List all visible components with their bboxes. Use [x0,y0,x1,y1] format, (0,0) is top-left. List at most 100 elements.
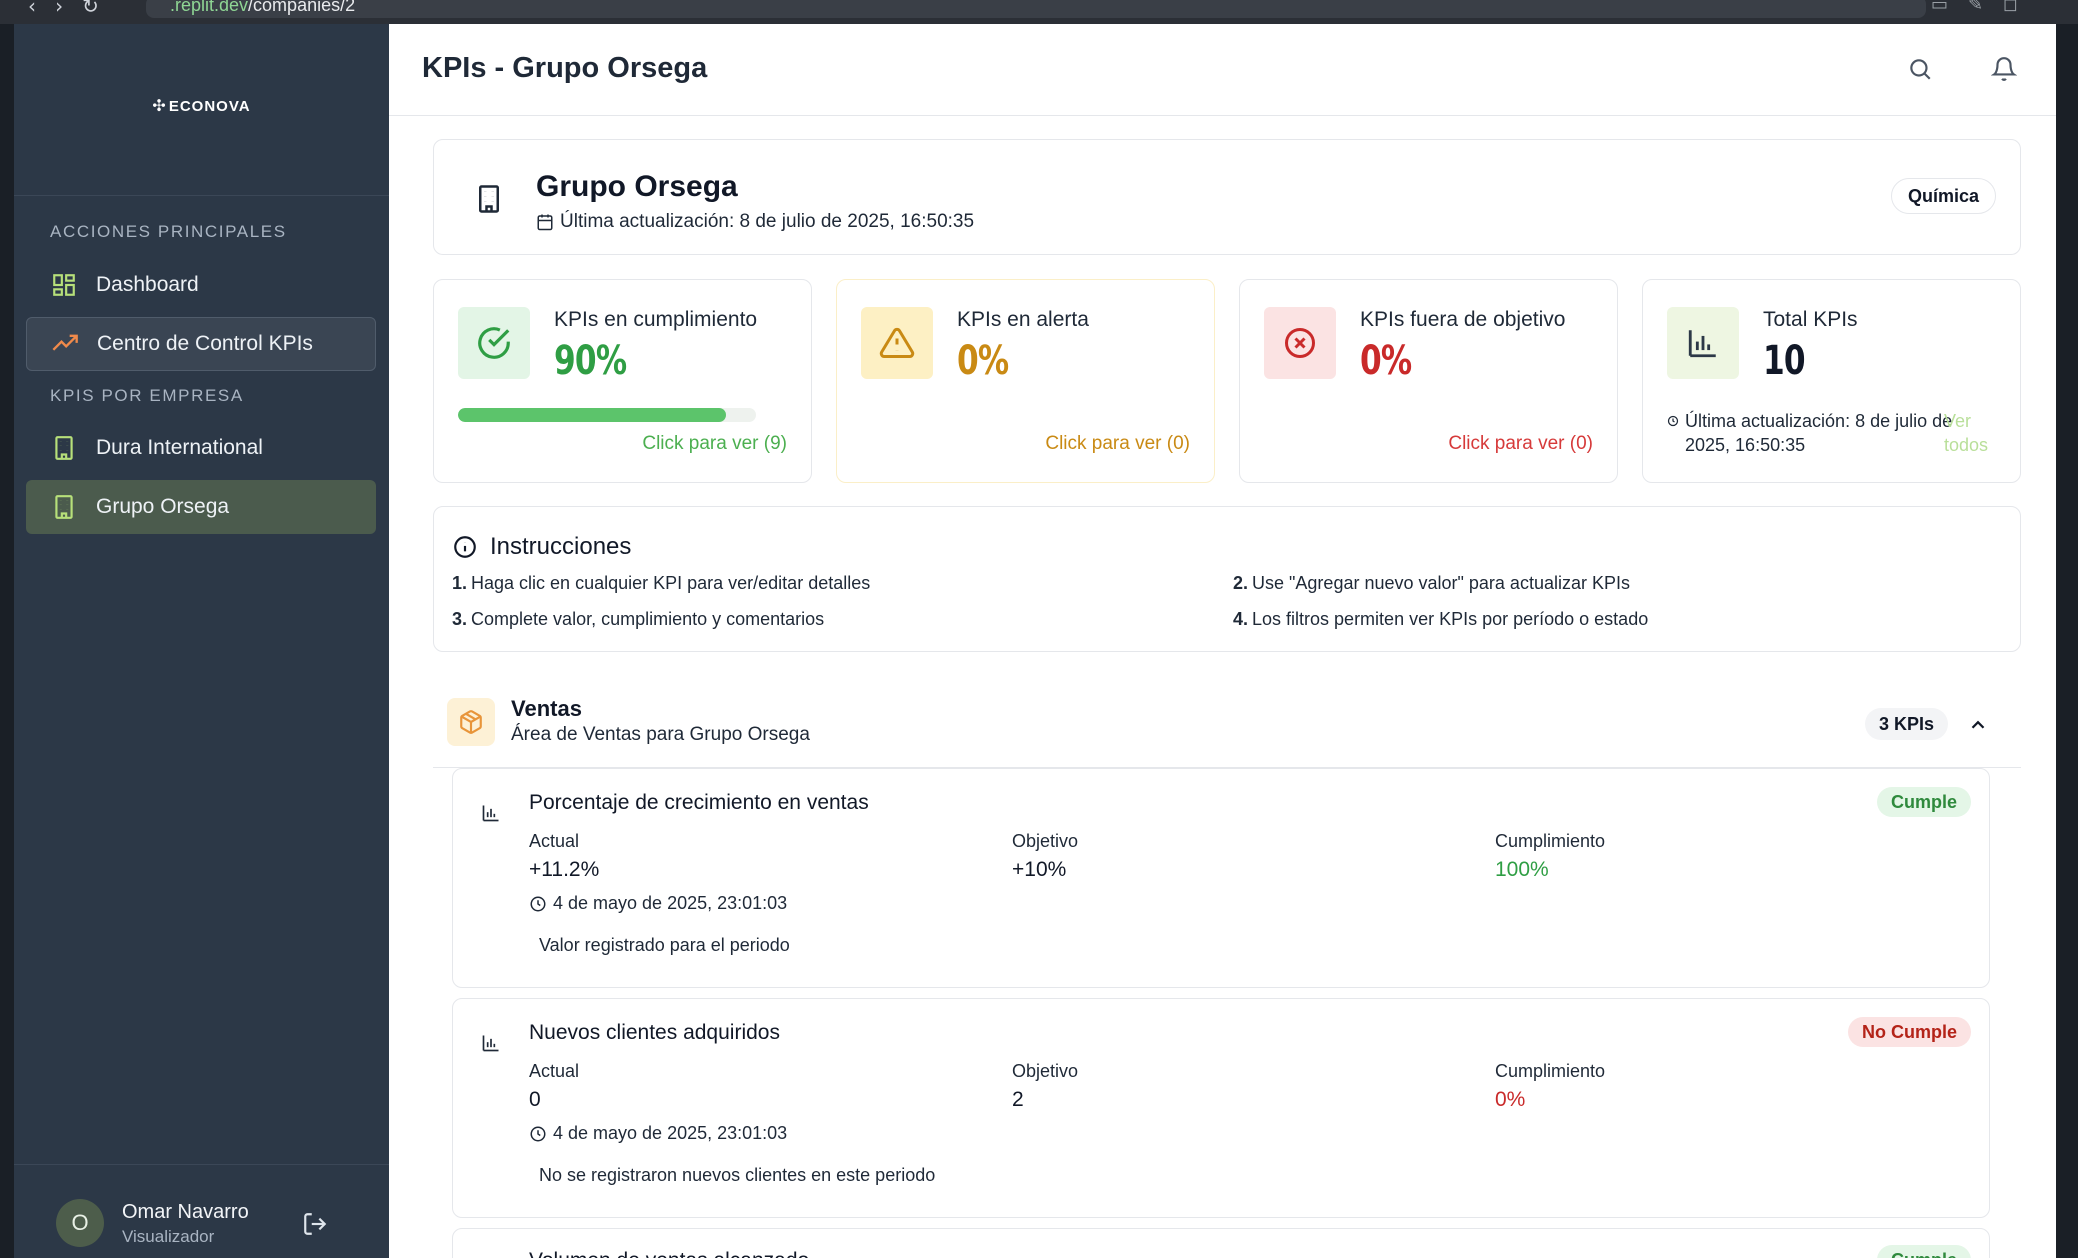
area-section-header[interactable]: Ventas Área de Ventas para Grupo Orsega … [433,692,2021,768]
stat-card-off-target[interactable]: KPIs fuera de objetivo 0% Click para ver… [1239,279,1618,483]
date-text: 4 de mayo de 2025, 23:01:03 [553,1123,788,1143]
kpi-card[interactable]: Nuevos clientes adquiridos No Cumple Act… [452,998,1990,1218]
app-logo[interactable]: ✣ ECONOVA [14,96,389,115]
bell-icon[interactable] [1990,56,2018,87]
view-compliance-link[interactable]: Click para ver (9) [642,433,787,455]
url-domain: .replit.dev [170,0,249,15]
stat-label: KPIs en alerta [957,308,1089,331]
sidebar-item-grupo-orsega[interactable]: Grupo Orsega [26,480,376,534]
field-label: Cumplimiento [1495,831,1606,851]
stat-card-compliance[interactable]: KPIs en cumplimiento 90% Click para ver … [433,279,812,483]
company-name: Grupo Orsega [536,170,738,203]
sidebar-item-dura-international[interactable]: Dura International [26,421,376,475]
view-alert-link[interactable]: Click para ver (0) [1045,433,1190,455]
step-text: Haga clic en cualquier KPI para ver/edit… [471,573,871,593]
avatar[interactable]: O [56,1199,104,1247]
compliance-progress-bar [458,408,756,422]
chevron-up-icon[interactable] [1967,714,1989,741]
user-panel: O Omar Navarro Visualizador [14,1164,389,1258]
stat-card-total[interactable]: Total KPIs 10 Última actualización: 8 de… [1642,279,2021,483]
window-edge [2056,24,2078,1258]
field-value: +10% [1012,858,1067,881]
field-value: 100% [1495,858,1549,881]
user-role: Visualizador [122,1227,215,1246]
area-title: Ventas [511,696,582,721]
step-text: Los filtros permiten ver KPIs por períod… [1252,609,1649,629]
trending-up-icon [51,330,79,358]
kpi-card[interactable]: Porcentaje de crecimiento en ventas Cump… [452,768,1990,988]
industry-badge: Química [1890,178,1996,214]
step-number: 1. [452,573,468,593]
kpi-actual: Actual +11.2% [529,831,599,882]
sidebar-divider [14,195,389,196]
instruction-step: 1. Haga clic en cualquier KPI para ver/ed… [452,573,870,594]
stat-value: 10 [1763,338,1806,384]
stat-value: 0% [1360,338,1412,384]
browser-nav-icons[interactable]: ‹ › ↻ [28,0,99,18]
field-value: +11.2% [529,858,600,881]
stat-value: 90% [554,338,627,384]
window-edge [0,24,14,1258]
bar-chart-icon [481,1033,501,1058]
status-badge: Cumple [1876,1245,1971,1258]
kpi-name: Nuevos clientes adquiridos [529,1021,780,1044]
field-label: Objetivo [1012,831,1079,851]
kpi-card[interactable]: Volumen de ventas alcanzado Cumple [452,1228,1990,1258]
dashboard-icon [50,271,78,299]
step-text: Use "Agregar nuevo valor" para actualiza… [1252,573,1630,593]
sidebar-item-label: Grupo Orsega [96,495,230,518]
building-icon [50,434,78,462]
building-icon [50,493,78,521]
field-value: 0% [1495,1088,1526,1111]
field-value: 2 [1012,1088,1024,1111]
stat-card-alert[interactable]: KPIs en alerta 0% Click para ver (0) [836,279,1215,483]
kpi-target: Objetivo 2 [1012,1061,1078,1112]
browser-tool-icons[interactable]: ▭✎◻ [1931,0,2038,15]
info-icon [454,536,476,558]
calendar-icon [537,214,553,231]
clock-icon [530,1126,546,1141]
sidebar-item-label: Centro de Control KPIs [97,332,313,355]
update-text: Última actualización: 8 de julio de 2025… [560,211,975,232]
instruction-step: 3. Complete valor, cumplimiento y comenta… [452,609,824,630]
sidebar-item-kpi-control[interactable]: Centro de Control KPIs [26,317,376,371]
step-number: 2. [1233,573,1249,593]
kpi-comment: Valor registrado para el periodo [539,935,790,955]
clock-icon [530,896,546,911]
update-text: Última actualización: 8 de julio de 2025… [1685,411,1953,455]
x-circle-icon [1264,307,1336,379]
instructions-header: Instrucciones [452,533,631,561]
view-all-link[interactable]: Ver todos [1944,409,1994,457]
instruction-step: 2. Use "Agregar nuevo valor" para actuali… [1233,573,1630,594]
page-title: KPIs - Grupo Orsega [422,52,708,84]
section-label-companies: KPIS POR EMPRESA [50,386,244,405]
status-badge: No Cumple [1847,1017,1971,1047]
warning-icon [861,307,933,379]
step-text: Complete valor, cumplimiento y comentari… [471,609,825,629]
company-last-update: Última actualización: 8 de julio de 2025… [536,211,974,233]
instruction-step: 4. Los filtros permiten ver KPIs por perí… [1233,609,1648,630]
sidebar-item-label: Dura International [96,436,263,459]
kpi-date: 4 de mayo de 2025, 23:01:03 [529,893,787,914]
sidebar-item-dashboard[interactable]: Dashboard [26,258,376,312]
package-icon [447,698,495,746]
check-circle-icon [458,307,530,379]
logout-icon[interactable] [302,1211,328,1242]
search-icon[interactable] [1907,56,1933,87]
url-path: /companies/2 [248,0,356,15]
bar-chart-icon [1667,307,1739,379]
address-bar[interactable]: .replit.dev/companies/2 [146,0,1926,18]
stat-label: KPIs fuera de objetivo [1360,308,1566,331]
view-off-target-link[interactable]: Click para ver (0) [1448,433,1593,455]
user-name: Omar Navarro [122,1201,249,1223]
kpi-actual: Actual 0 [529,1061,579,1112]
kpi-comment: No se registraron nuevos clientes en est… [539,1165,936,1185]
clock-icon [1667,415,1679,427]
stat-label: Total KPIs [1763,308,1858,331]
building-icon [474,184,504,219]
field-label: Cumplimiento [1495,1061,1606,1081]
top-bar: KPIs - Grupo Orsega [389,24,2056,116]
kpi-count-badge: 3 KPIs [1865,708,1949,740]
instructions-title: Instrucciones [490,533,632,560]
field-label: Objetivo [1012,1061,1079,1081]
